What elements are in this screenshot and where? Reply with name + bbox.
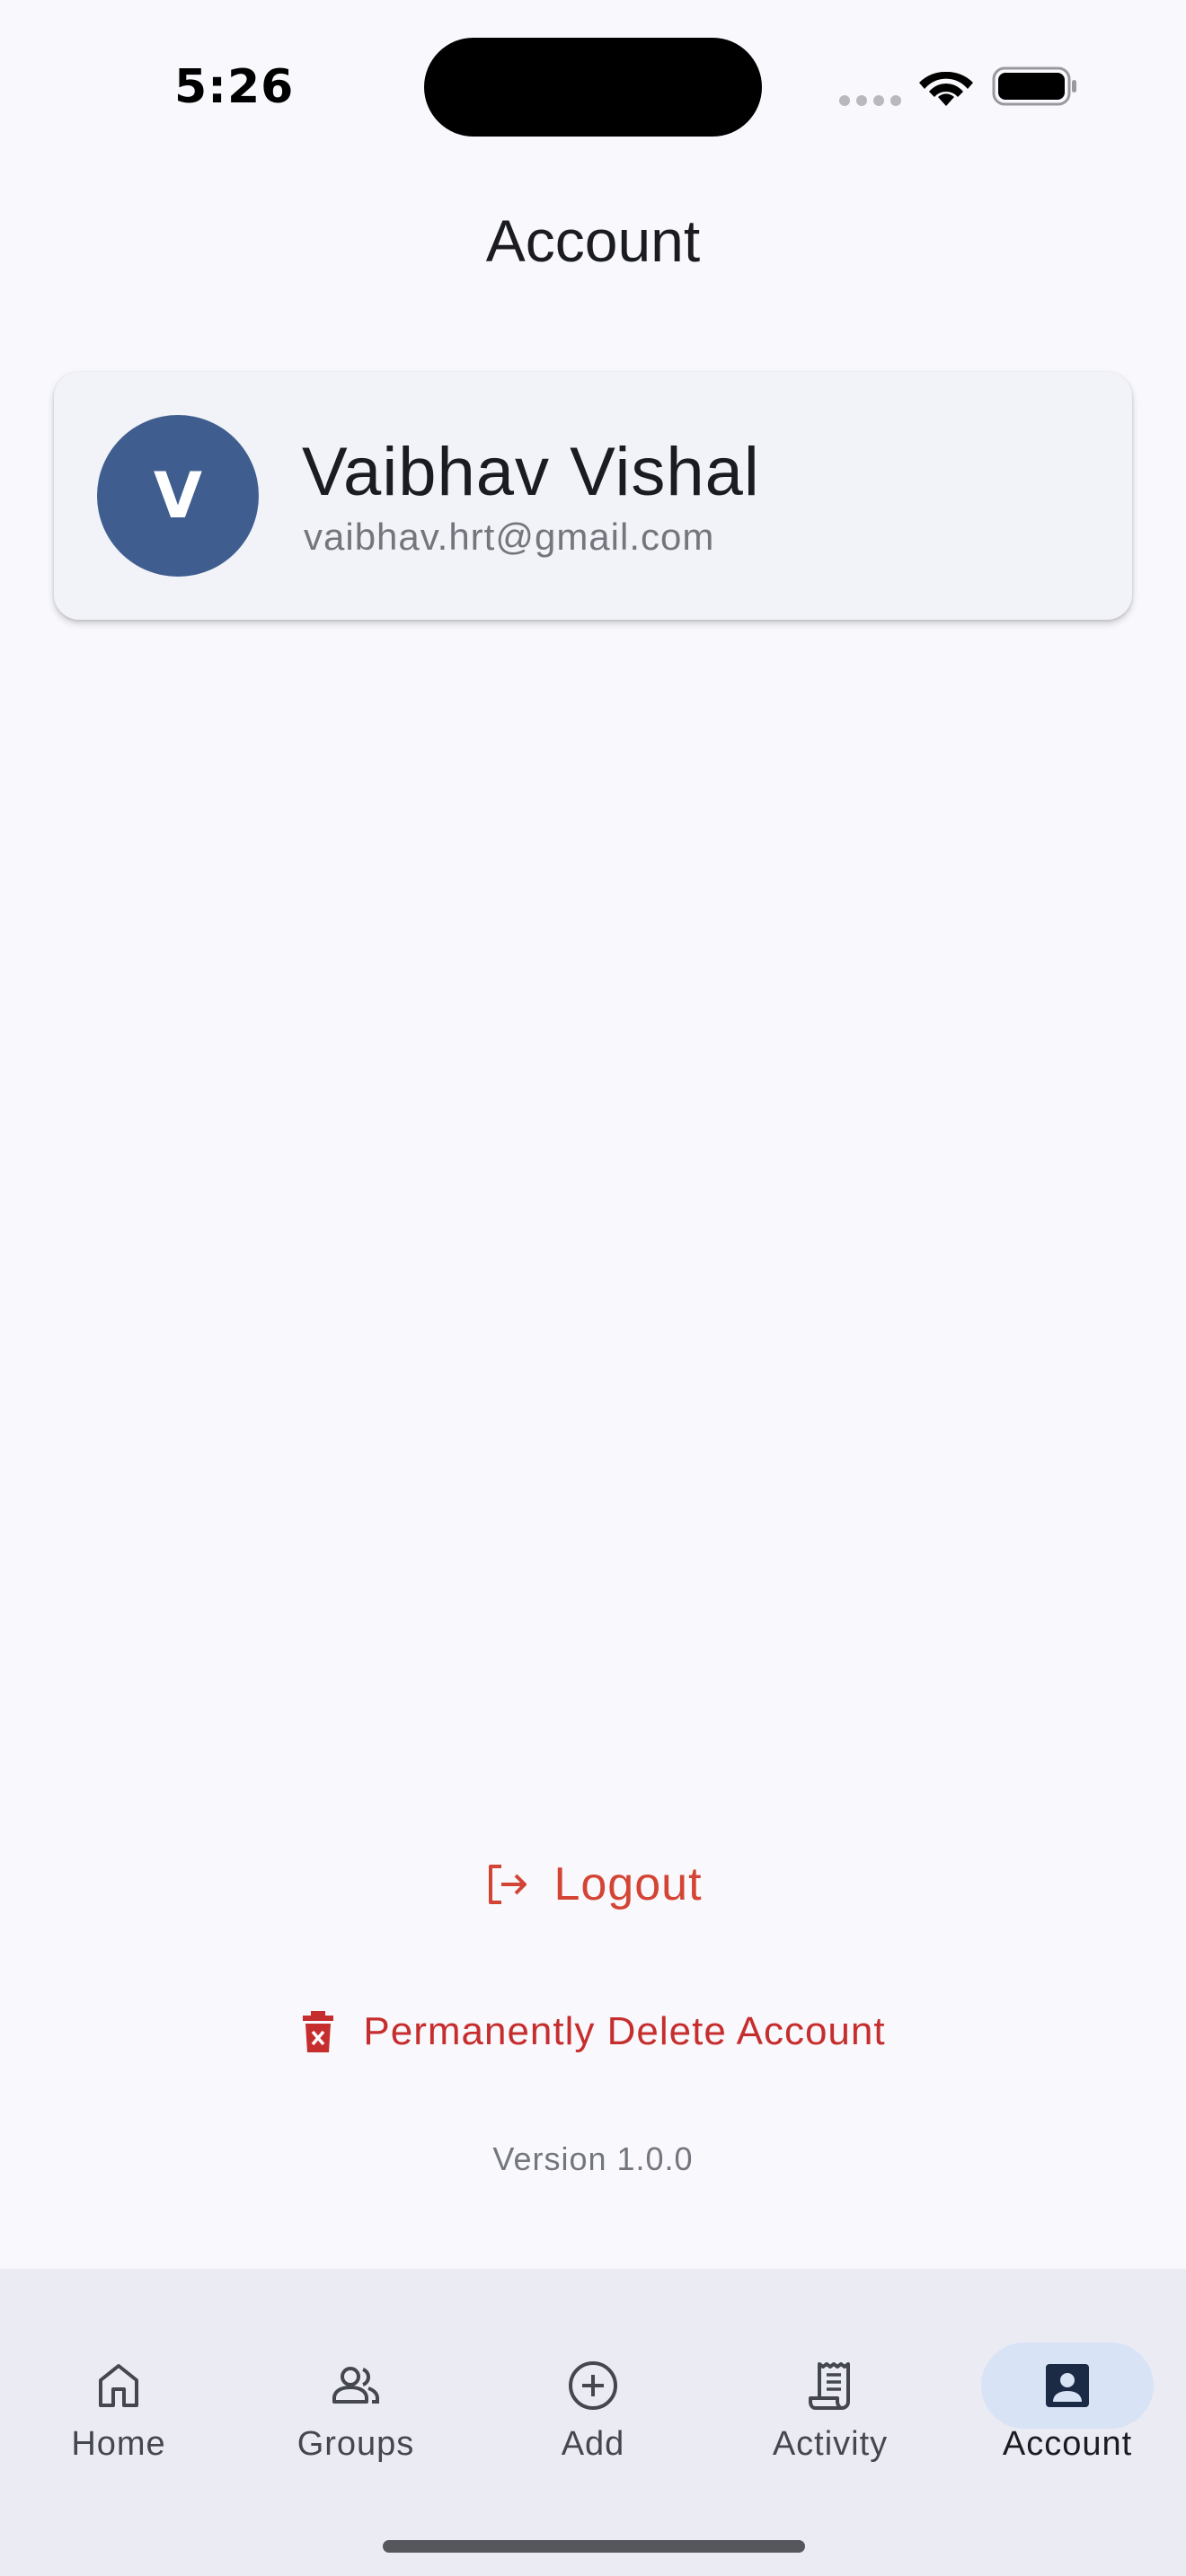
logout-button[interactable]: Logout	[467, 1850, 719, 1919]
nav-label-add: Add	[561, 2425, 625, 2463]
account-box-icon	[1046, 2364, 1089, 2407]
avatar: V	[97, 415, 259, 577]
account-screen: 5:26 Account V Vaibhav Vishal vaibhav.hr…	[0, 0, 1186, 2576]
active-indicator	[981, 2342, 1154, 2429]
delete-account-label: Permanently Delete Account	[363, 2009, 886, 2053]
bottom-navigation: Home Groups Add Activity Account	[0, 2269, 1186, 2576]
profile-name: Vaibhav Vishal	[302, 434, 760, 510]
nav-item-groups[interactable]: Groups	[237, 2305, 474, 2484]
nav-label-account: Account	[1002, 2425, 1133, 2463]
delete-account-button[interactable]: Permanently Delete Account	[270, 1999, 916, 2064]
profile-card[interactable]: V Vaibhav Vishal vaibhav.hrt@gmail.com	[54, 372, 1132, 620]
status-time: 5:26	[174, 60, 295, 114]
nav-item-activity[interactable]: Activity	[712, 2305, 949, 2484]
trash-icon	[303, 2011, 334, 2052]
dynamic-island	[424, 38, 762, 137]
nav-label-home: Home	[71, 2425, 166, 2463]
nav-item-account[interactable]: Account	[949, 2305, 1186, 2484]
home-icon	[99, 2364, 138, 2407]
wifi-icon	[919, 71, 973, 106]
battery-icon	[992, 66, 1076, 106]
receipt-icon	[809, 2362, 850, 2410]
home-indicator[interactable]	[383, 2540, 805, 2553]
logout-label: Logout	[553, 1858, 703, 1910]
nav-label-groups: Groups	[296, 2425, 415, 2463]
nav-item-add[interactable]: Add	[474, 2305, 712, 2484]
groups-icon	[332, 2367, 379, 2404]
profile-email: vaibhav.hrt@gmail.com	[304, 516, 715, 558]
logout-icon	[489, 1865, 527, 1904]
app-version: Version 1.0.0	[492, 2140, 694, 2177]
add-circle-icon	[569, 2361, 617, 2410]
nav-item-home[interactable]: Home	[0, 2305, 237, 2484]
cellular-signal-icon	[839, 95, 902, 106]
page-title: Account	[485, 207, 701, 274]
nav-label-activity: Activity	[772, 2425, 889, 2463]
